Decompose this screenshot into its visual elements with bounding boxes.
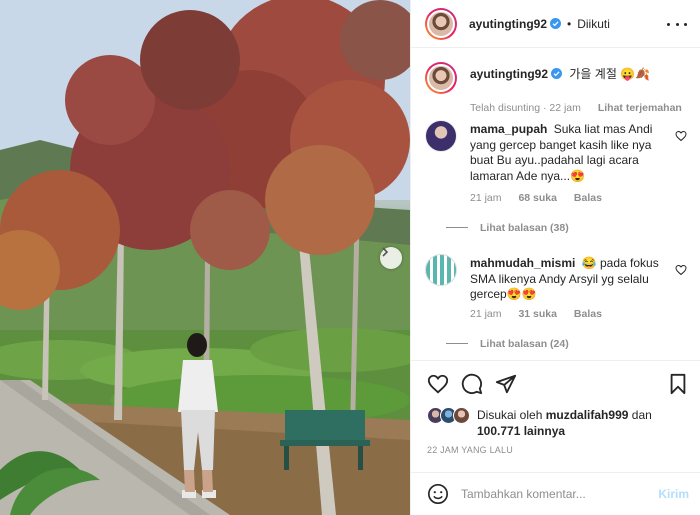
caption-username[interactable]: ayutingting92 <box>470 67 548 81</box>
chevron-right-icon <box>382 247 389 257</box>
separator-dot: • <box>567 16 572 31</box>
post-actions: Disukai oleh muzdalifah999 dan 100.771 l… <box>411 360 700 472</box>
heart-icon[interactable] <box>427 373 449 395</box>
bookmark-icon[interactable] <box>667 373 689 395</box>
post-header: ayutingting92 • Diikuti <box>411 0 700 48</box>
more-options-icon[interactable] <box>667 16 687 32</box>
liked-by-avatars[interactable] <box>427 407 475 425</box>
comment-reply-button[interactable]: Balas <box>574 308 602 320</box>
comment-like-icon[interactable] <box>675 130 687 142</box>
emoji-icon[interactable] <box>427 483 449 505</box>
post-caption: ayutingting92 가을 계절 😛🍂 Telah disunting ·… <box>425 62 687 118</box>
likes-joiner: dan <box>631 408 652 422</box>
comment-username[interactable]: mama_pupah <box>470 122 547 136</box>
liked-by-user[interactable]: muzdalifah999 <box>546 408 629 422</box>
view-replies-button[interactable]: Lihat balasan (24) <box>480 338 569 350</box>
comments-list: ayutingting92 가을 계절 😛🍂 Telah disunting ·… <box>411 48 700 360</box>
author-username[interactable]: ayutingting92 <box>469 17 547 31</box>
photo-scene <box>0 0 410 515</box>
commenter-avatar[interactable] <box>425 254 457 286</box>
share-icon[interactable] <box>495 373 517 395</box>
post-comment-button[interactable]: Kirim <box>658 487 689 501</box>
caption-edited-time: Telah disunting · 22 jam <box>470 102 581 114</box>
comment-body: mama_pupah Suka liat mas Andi yang gerce… <box>470 122 675 184</box>
caption-avatar[interactable] <box>425 62 457 94</box>
comment-body: mahmudah_mismi 😂 pada fokus SMA likenya … <box>470 256 675 303</box>
add-comment-bar: Kirim <box>411 472 700 515</box>
comment-item: mama_pupah Suka liat mas Andi yang gerce… <box>425 120 687 240</box>
view-replies-button[interactable]: Lihat balasan (38) <box>480 222 569 234</box>
comment-time: 21 jam <box>470 308 502 320</box>
post-photo[interactable] <box>0 0 410 515</box>
verified-badge-icon <box>550 18 562 29</box>
post-timestamp[interactable]: 22 JAM YANG LALU <box>427 445 513 455</box>
comment-item: mahmudah_mismi 😂 pada fokus SMA likenya … <box>425 254 687 360</box>
comment-likes[interactable]: 68 suka <box>518 192 557 204</box>
commenter-avatar[interactable] <box>425 120 457 152</box>
comment-meta: 21 jam 68 suka Balas <box>470 192 602 204</box>
likes-count[interactable]: 100.771 lainnya <box>477 424 565 438</box>
comment-reply-button[interactable]: Balas <box>574 192 602 204</box>
comment-input[interactable] <box>461 484 651 504</box>
likes-text: Disukai oleh muzdalifah999 dan 100.771 l… <box>477 407 687 439</box>
verified-badge-icon <box>551 68 563 79</box>
see-translation-link[interactable]: Lihat terjemahan <box>598 102 682 114</box>
author-avatar[interactable] <box>425 7 457 40</box>
caption-body: ayutingting92 가을 계절 😛🍂 <box>470 67 675 83</box>
comment-time: 21 jam <box>470 192 502 204</box>
comment-meta: 21 jam 31 suka Balas <box>470 308 602 320</box>
likes-prefix: Disukai oleh <box>477 408 543 422</box>
caption-text: 가을 계절 😛🍂 <box>569 67 651 81</box>
comment-likes[interactable]: 31 suka <box>518 308 557 320</box>
comment-username[interactable]: mahmudah_mismi <box>470 256 575 270</box>
comment-like-icon[interactable] <box>675 264 687 276</box>
carousel-next-button[interactable] <box>380 247 402 269</box>
caption-meta: Telah disunting · 22 jam Lihat terjemaha… <box>470 102 682 114</box>
post-side-panel: ayutingting92 • Diikuti ayutingting92 가을… <box>410 0 700 515</box>
follow-status-button[interactable]: Diikuti <box>577 17 610 31</box>
comment-icon[interactable] <box>461 373 483 395</box>
